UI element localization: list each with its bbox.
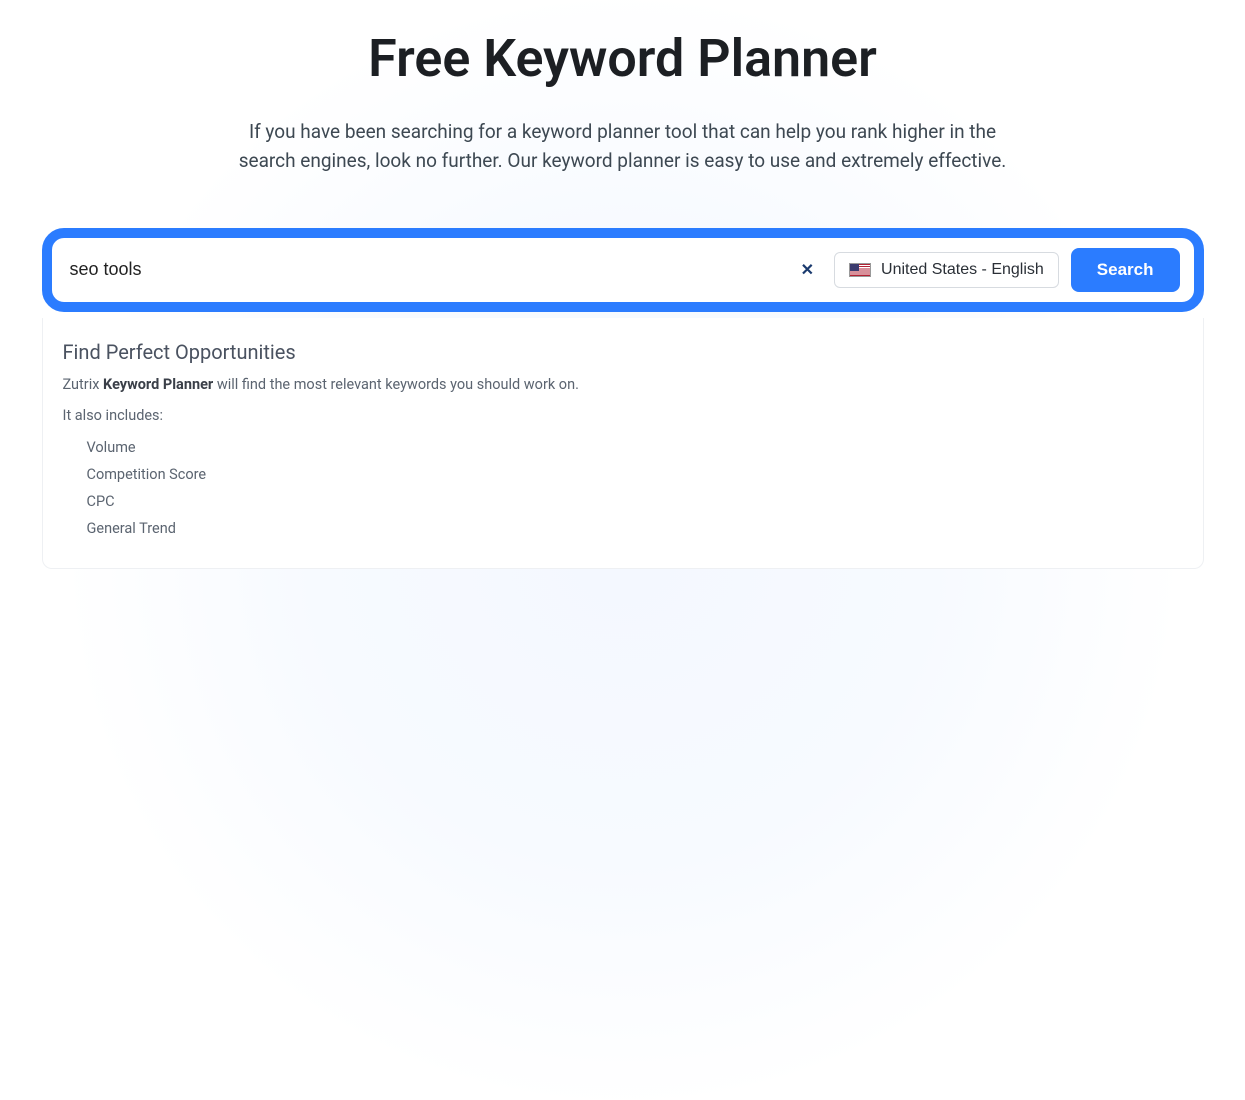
page-title: Free Keyword Planner xyxy=(0,28,1245,89)
keyword-input[interactable] xyxy=(66,253,781,286)
info-heading: Find Perfect Opportunities xyxy=(63,340,1183,364)
page-subtitle: If you have been searching for a keyword… xyxy=(228,117,1018,176)
info-desc-bold: Keyword Planner xyxy=(103,376,213,393)
list-item: Volume xyxy=(87,434,1183,461)
search-bar: ✕ United States - English Search xyxy=(42,228,1204,312)
info-desc-suffix: will find the most relevant keywords you… xyxy=(213,376,579,393)
locale-label: United States - English xyxy=(881,261,1044,279)
info-description: Zutrix Keyword Planner will find the mos… xyxy=(63,376,1183,393)
info-desc-prefix: Zutrix xyxy=(63,376,104,393)
feature-list: Volume Competition Score CPC General Tre… xyxy=(63,434,1183,542)
info-card: Find Perfect Opportunities Zutrix Keywor… xyxy=(42,318,1204,569)
list-item: General Trend xyxy=(87,515,1183,542)
locale-selector[interactable]: United States - English xyxy=(834,252,1059,288)
list-item: CPC xyxy=(87,488,1183,515)
close-icon: ✕ xyxy=(801,262,814,279)
list-item: Competition Score xyxy=(87,461,1183,488)
search-button[interactable]: Search xyxy=(1071,248,1180,292)
us-flag-icon xyxy=(849,263,871,277)
clear-input-button[interactable]: ✕ xyxy=(793,256,822,284)
info-subheading: It also includes: xyxy=(63,407,1183,424)
